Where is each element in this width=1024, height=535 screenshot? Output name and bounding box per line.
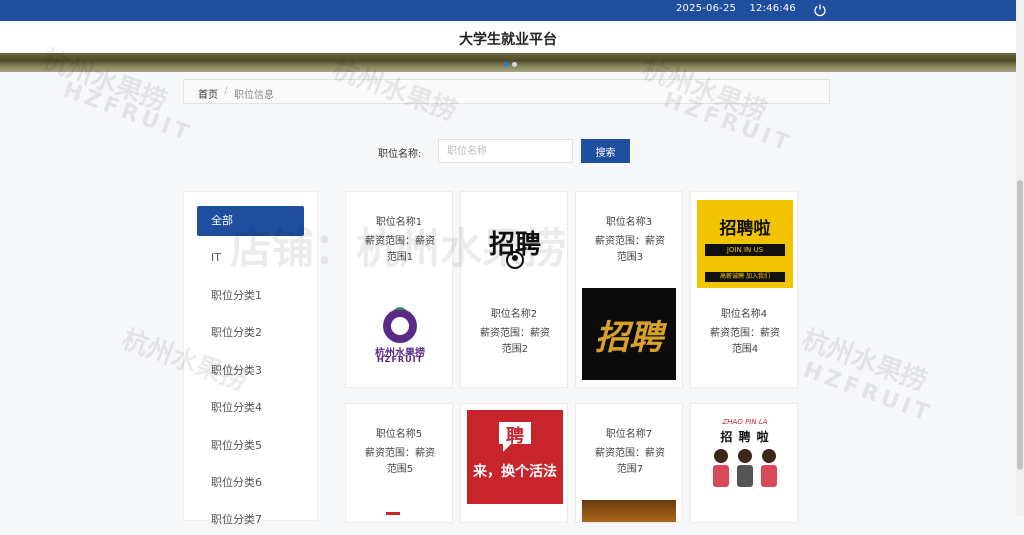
image-text: 招 聘 啦	[720, 430, 770, 444]
category-sidebar: 全部 IT 职位分类1 职位分类2 职位分类3 职位分类4 职位分类5 职位分类…	[183, 191, 318, 526]
job-card[interactable]: 招聘 职位名称2 薪资范围：薪资范围2	[460, 191, 568, 388]
scrollbar-thumb[interactable]	[1017, 180, 1023, 470]
job-image-yellow: 招聘啦 JOIN IN US 高薪诚聘 加入我们	[697, 200, 793, 288]
time-text: 12:46:46	[749, 3, 796, 14]
category-it[interactable]: IT	[197, 243, 304, 273]
person-icon	[506, 251, 524, 269]
logo-sub: HZFRUIT	[376, 355, 424, 364]
people-icon	[713, 449, 777, 487]
image-sub2: 高薪诚聘 加入我们	[705, 272, 785, 282]
banner-carousel[interactable]	[0, 53, 1016, 72]
job-salary: 薪资范围：薪资范围3	[595, 236, 665, 263]
category-item[interactable]: 职位分类4	[197, 393, 304, 423]
job-name: 职位名称5	[375, 429, 423, 440]
site-title: 大学生就业平台	[459, 32, 557, 48]
category-item[interactable]: 职位分类6	[197, 468, 304, 498]
job-image-logo: 杭州水果捞 HZFRUIT	[364, 304, 436, 364]
page-scrollbar[interactable]	[1016, 0, 1024, 516]
date-text: 2025-06-25	[675, 3, 737, 14]
job-image-gold: 招聘	[582, 288, 676, 380]
category-item[interactable]: 职位分类7	[197, 505, 304, 535]
job-name: 职位名称3	[605, 217, 653, 228]
job-image-red: 聘 来，换个活法	[467, 410, 563, 504]
job-card[interactable]: 聘 来，换个活法	[460, 403, 568, 523]
top-bar: 2025-06-25 12:46:46	[0, 0, 1016, 21]
category-item[interactable]: 职位分类1	[197, 281, 304, 311]
job-name: 职位名称2	[490, 309, 538, 320]
watermark-text: HZFRUIT	[59, 77, 196, 148]
image-text: 招聘	[595, 318, 663, 358]
image-sub: ZHAO PIN LA	[722, 418, 768, 426]
power-icon[interactable]	[813, 3, 827, 17]
job-salary: 薪资范围：薪资范围7	[595, 448, 665, 475]
carousel-dot-active[interactable]	[504, 62, 509, 67]
job-name: 职位名称1	[375, 217, 423, 228]
image-sub: 来，换个活法	[473, 464, 557, 480]
image-text: 招聘啦	[719, 219, 771, 239]
breadcrumb-home[interactable]: 首页	[198, 86, 218, 101]
search-label: 职位名称:	[378, 149, 422, 160]
datetime: 2025-06-25 12:46:46	[666, 3, 796, 14]
category-all[interactable]: 全部	[197, 206, 304, 236]
job-card[interactable]: 职位名称5 薪资范围：薪资范围5	[345, 403, 453, 523]
category-item[interactable]: 职位分类5	[197, 431, 304, 461]
watermark-text: HZFRUIT	[799, 357, 936, 428]
job-card[interactable]: 职位名称3 薪资范围：薪资范围3 招聘	[575, 191, 683, 388]
job-card[interactable]: 职位名称7 薪资范围：薪资范围7	[575, 403, 683, 523]
watermark-text: 杭州水果捞	[797, 324, 931, 398]
image-sub: JOIN IN US	[705, 244, 785, 256]
category-item[interactable]: 职位分类3	[197, 356, 304, 386]
image-fragment	[582, 500, 676, 522]
search-input[interactable]	[438, 139, 573, 163]
category-item[interactable]: 职位分类2	[197, 318, 304, 348]
job-card[interactable]: ZHAO PIN LA 招 聘 啦	[690, 403, 798, 523]
job-salary: 薪资范围：薪资范围5	[365, 448, 435, 475]
image-text: 聘	[506, 426, 524, 447]
breadcrumb-current: 职位信息	[234, 90, 274, 101]
job-image-zhaopin: 招聘	[479, 210, 551, 282]
job-salary: 薪资范围：薪资范围2	[480, 328, 550, 355]
job-image-people: ZHAO PIN LA 招 聘 啦	[697, 412, 793, 492]
job-salary: 薪资范围：薪资范围1	[365, 236, 435, 263]
site-header: 大学生就业平台	[0, 21, 1016, 53]
job-name: 职位名称7	[605, 429, 653, 440]
breadcrumb-separator: /	[224, 86, 228, 97]
search-button[interactable]: 搜索	[581, 139, 630, 163]
job-card[interactable]: 招聘啦 JOIN IN US 高薪诚聘 加入我们 职位名称4 薪资范围：薪资范围…	[690, 191, 798, 388]
job-name: 职位名称4	[720, 309, 768, 320]
job-card[interactable]: 职位名称1 薪资范围：薪资范围1 杭州水果捞 HZFRUIT	[345, 191, 453, 388]
breadcrumb: 首页 / 职位信息	[183, 79, 830, 104]
job-salary: 薪资范围：薪资范围4	[710, 328, 780, 355]
carousel-dot[interactable]	[512, 62, 517, 67]
image-fragment	[386, 512, 400, 515]
